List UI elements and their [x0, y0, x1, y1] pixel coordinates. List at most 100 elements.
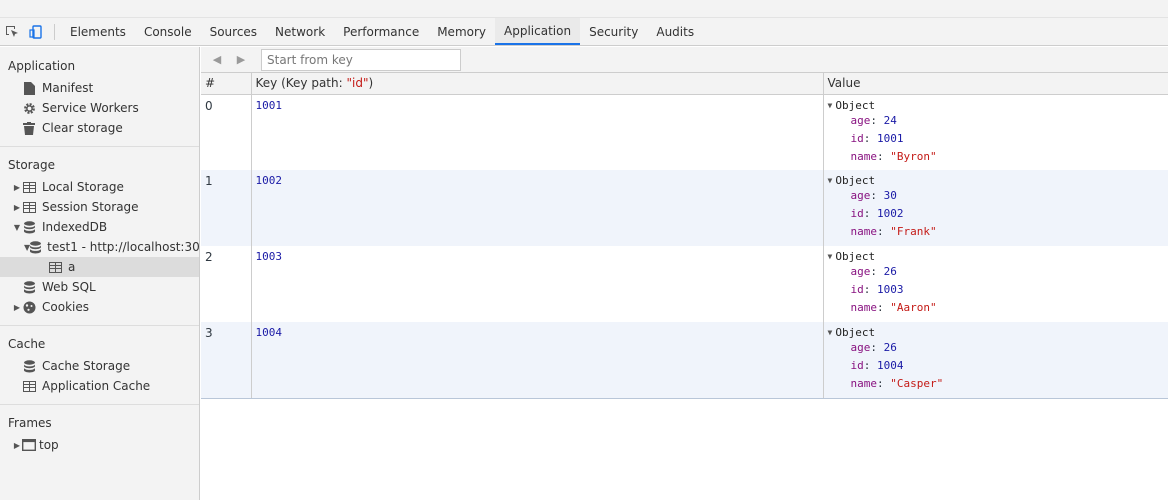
key-header-suffix: ) [368, 76, 374, 91]
sidebar-item-application-cache[interactable]: Application Cache [0, 376, 199, 396]
sidebar-item-service-workers[interactable]: Service Workers [0, 98, 199, 118]
section-title-cache: Cache [8, 337, 46, 351]
property-key: id [850, 207, 864, 220]
property-key: age [850, 189, 871, 202]
object-expander[interactable]: ▼ Object [828, 99, 1168, 112]
key-path-value: "id" [346, 76, 369, 91]
column-header-key[interactable]: Key (Key path: "id") [251, 73, 824, 95]
sidebar-item-object-store-a[interactable]: a [0, 257, 199, 277]
row-key-cell: 1001 [251, 94, 824, 170]
object-type-label: Object [835, 98, 876, 112]
property-key: age [850, 341, 871, 354]
object-property: id: 1001 [850, 131, 904, 145]
object-property: name: "Aaron" [850, 301, 937, 314]
property-value: "Casper" [890, 377, 944, 390]
object-expander[interactable]: ▼ Object [828, 326, 1168, 339]
table-row[interactable]: 3 1004 ▼ Object age: 26 id: 1004 name: "C… [201, 322, 1168, 399]
property-key: age [850, 265, 871, 278]
sidebar-item-indexeddb[interactable]: ▼ IndexedDB [0, 217, 199, 237]
start-from-key-input[interactable] [261, 48, 461, 71]
property-key: id [850, 359, 864, 372]
inspect-element-icon[interactable] [0, 18, 24, 46]
window-top-strip [0, 0, 1168, 18]
tab-application[interactable]: Application [495, 18, 581, 45]
expand-arrow-icon[interactable]: ▶ [12, 183, 22, 192]
object-property: age: 24 [850, 113, 897, 127]
tab-elements[interactable]: Elements [61, 18, 135, 45]
property-value: 26 [883, 265, 897, 278]
gear-icon [22, 101, 36, 115]
row-value-cell: ▼ Object age: 26 id: 1003 name: "Aaron" [823, 246, 1168, 322]
grid-icon [22, 379, 36, 393]
column-header-value[interactable]: Value [823, 73, 1168, 95]
property-value: 1003 [877, 283, 904, 296]
sidebar-item-label: IndexedDB [42, 220, 108, 234]
row-key-cell: 1003 [251, 246, 824, 322]
object-property: age: 30 [850, 189, 897, 202]
expand-arrow-icon[interactable]: ▶ [12, 441, 22, 450]
sidebar-item-local-storage[interactable]: ▶ Local Storage [0, 177, 199, 197]
sidebar-item-database-test1[interactable]: ▼ test1 - http://localhost:3000 [0, 237, 199, 257]
column-header-index[interactable]: # [201, 73, 252, 95]
section-divider [0, 404, 199, 405]
frame-icon [22, 438, 36, 452]
table-header-row: # Key (Key path: "id") Value [201, 73, 1168, 95]
sidebar-item-label: Clear storage [42, 121, 123, 135]
collapse-arrow-icon: ▼ [827, 252, 833, 261]
sidebar-item-frame-top[interactable]: ▶ top [0, 435, 199, 455]
tab-performance[interactable]: Performance [334, 18, 428, 45]
row-value-cell: ▼ Object age: 24 id: 1001 name: "Byron" [823, 94, 1168, 170]
table-row[interactable]: 2 1003 ▼ Object age: 26 id: 1003 name: "A… [201, 246, 1168, 322]
property-value: 1004 [877, 359, 904, 372]
object-expander[interactable]: ▼ Object [828, 174, 1168, 187]
property-key: name [850, 377, 878, 390]
tab-network[interactable]: Network [266, 18, 334, 45]
sidebar-item-label: Cache Storage [42, 359, 131, 373]
section-title-application: Application [8, 59, 76, 73]
previous-page-button[interactable]: ◀ [205, 53, 229, 66]
sidebar-item-web-sql[interactable]: Web SQL [0, 277, 199, 297]
property-key: age [850, 113, 871, 127]
next-page-button[interactable]: ▶ [229, 53, 253, 66]
expand-arrow-icon[interactable]: ▶ [12, 303, 22, 312]
section-divider [0, 146, 199, 147]
sidebar-item-cookies[interactable]: ▶ Cookies [0, 297, 199, 317]
row-value-cell: ▼ Object age: 26 id: 1004 name: "Casper" [823, 322, 1168, 399]
property-value: 1001 [877, 131, 904, 145]
devtools-tab-bar: Elements Console Sources Network Perform… [0, 18, 1168, 46]
tab-memory[interactable]: Memory [428, 18, 495, 45]
device-toolbar-icon[interactable] [24, 18, 48, 46]
database-icon [22, 220, 36, 234]
table-row[interactable]: 0 1001 ▼ Object age: 24 id: 1001 name: "B… [201, 94, 1168, 170]
property-value: "Frank" [890, 225, 937, 238]
section-title-frames: Frames [8, 416, 52, 430]
property-key: name [850, 301, 878, 314]
tab-sources[interactable]: Sources [201, 18, 266, 45]
sidebar-item-session-storage[interactable]: ▶ Session Storage [0, 197, 199, 217]
sidebar-item-label: Cookies [42, 300, 89, 314]
sidebar-item-label: a [68, 260, 76, 274]
object-property: name: "Frank" [850, 225, 937, 238]
row-index-cell: 3 [201, 322, 252, 399]
object-property: age: 26 [850, 265, 897, 278]
sidebar-item-label: top [39, 438, 59, 452]
property-value: 1002 [877, 207, 904, 220]
table-row[interactable]: 1 1002 ▼ Object age: 30 id: 1002 name: "F… [201, 170, 1168, 246]
property-key: name [850, 149, 878, 163]
object-expander[interactable]: ▼ Object [828, 250, 1168, 263]
sidebar-item-manifest[interactable]: Manifest [0, 78, 199, 98]
expand-arrow-icon[interactable]: ▶ [12, 203, 22, 212]
tab-security[interactable]: Security [580, 18, 647, 45]
sidebar-item-clear-storage[interactable]: Clear storage [0, 118, 199, 138]
toolbar-separator [54, 24, 55, 40]
collapse-arrow-icon[interactable]: ▼ [12, 223, 22, 232]
property-value: "Aaron" [890, 301, 937, 314]
object-property: id: 1002 [850, 207, 904, 220]
property-key: id [850, 283, 864, 296]
sidebar-item-label: Manifest [42, 81, 94, 95]
row-key-cell: 1004 [251, 322, 824, 399]
section-title-storage: Storage [8, 158, 55, 172]
tab-audits[interactable]: Audits [647, 18, 703, 45]
tab-console[interactable]: Console [135, 18, 201, 45]
sidebar-item-cache-storage[interactable]: Cache Storage [0, 356, 199, 376]
